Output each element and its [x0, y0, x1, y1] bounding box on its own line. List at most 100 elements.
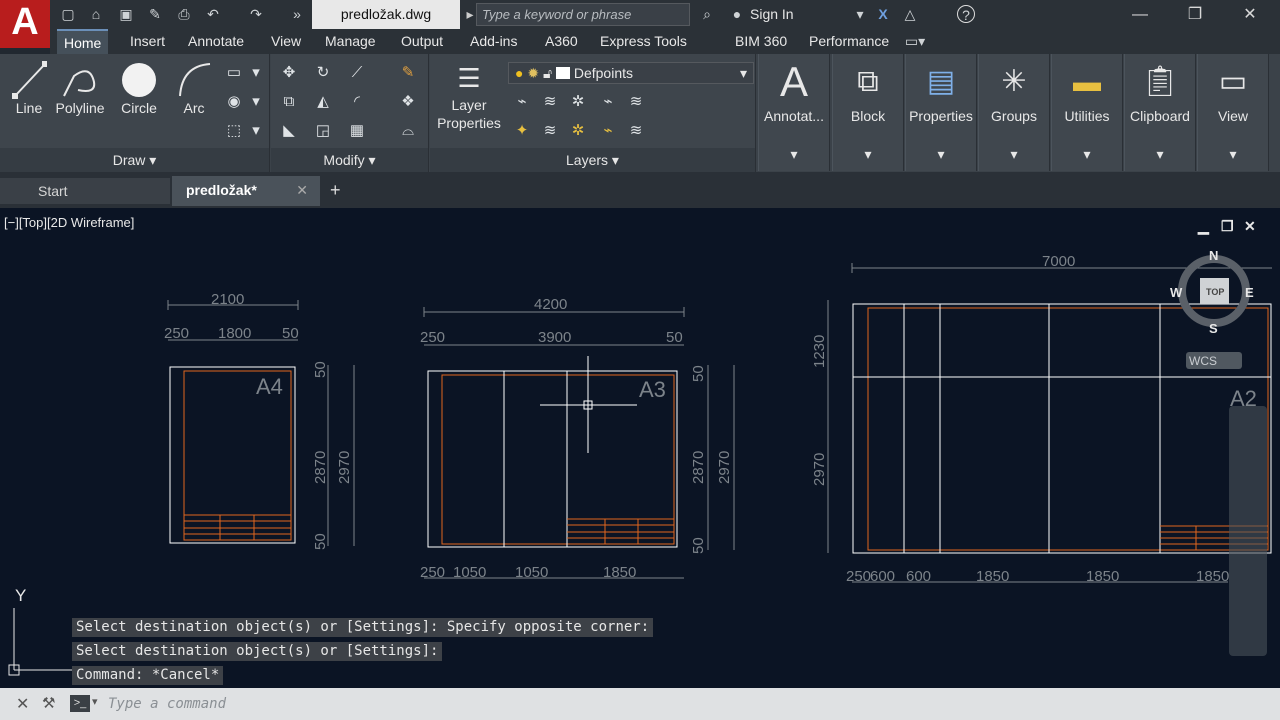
new-tab-button[interactable]: + [330, 180, 341, 201]
block-button[interactable]: ⧉ Block ▾ [832, 54, 904, 171]
tab-view[interactable]: View [264, 29, 308, 54]
explode-icon[interactable]: ❖ [398, 93, 418, 111]
svg-text:250: 250 [420, 564, 445, 581]
redo-icon[interactable]: ↷ [246, 5, 266, 23]
layer-tool-icon[interactable]: ✦ [512, 122, 532, 140]
a2-drawing-frame[interactable] [867, 307, 1269, 551]
tab-performance[interactable]: Performance [802, 29, 896, 54]
line-label: Line [15, 100, 43, 116]
restore-window-button[interactable]: ❐ [1175, 4, 1215, 26]
move-icon[interactable]: ✥ [279, 64, 299, 82]
erase-icon[interactable]: ✎ [398, 64, 418, 82]
tab-express-tools[interactable]: Express Tools [593, 29, 694, 54]
binoculars-icon[interactable]: ⌕ [697, 5, 717, 23]
dimension-ticks [167, 263, 853, 317]
draw-dropdown-icon[interactable]: ▾ [246, 64, 266, 82]
groups-button[interactable]: ✳ Groups ▾ [978, 54, 1050, 171]
tab-annotate[interactable]: Annotate [181, 29, 251, 54]
circle-tool[interactable]: Circle [116, 60, 162, 116]
more-quickaccess-icon[interactable]: » [287, 5, 307, 23]
polyline-tool[interactable]: Polyline [52, 60, 108, 116]
a360-icon[interactable]: △ [900, 5, 920, 23]
save-as-icon[interactable]: ✎ [145, 5, 165, 23]
layer-tool-icon[interactable]: ≋ [626, 122, 646, 140]
navigation-bar[interactable] [1229, 406, 1267, 656]
tab-start[interactable]: Start [0, 178, 170, 204]
a4-title-block[interactable] [184, 514, 291, 540]
app-menu-button[interactable]: A [0, 0, 50, 48]
draw-panel-title[interactable]: Draw ▾ [0, 148, 269, 172]
utilities-button[interactable]: ▬ Utilities ▾ [1051, 54, 1123, 171]
minimize-window-button[interactable]: — [1120, 4, 1160, 26]
arc-tool[interactable]: Arc [172, 60, 216, 116]
command-input[interactable]: Type a command [66, 692, 1276, 716]
layer-tool-icon[interactable]: ✲ [568, 122, 588, 140]
tab-addins[interactable]: Add-ins [463, 29, 524, 54]
rectangle-icon[interactable]: ▭ [224, 64, 244, 82]
tab-bim360[interactable]: BIM 360 [728, 29, 794, 54]
annotation-button[interactable]: A Annotat... ▾ [758, 54, 830, 171]
svg-text:2970: 2970 [716, 451, 733, 484]
draw-dropdown-icon[interactable]: ▾ [246, 93, 266, 111]
close-icon[interactable]: ✕ [16, 694, 29, 714]
svg-text:N: N [1209, 248, 1218, 263]
sign-in-button[interactable]: Sign In [750, 6, 794, 22]
tab-document[interactable]: predložak* ✕ [172, 176, 320, 206]
region-icon[interactable]: ⬚ [224, 122, 244, 140]
tab-insert[interactable]: Insert [123, 29, 172, 54]
current-layer-name: Defpoints [573, 65, 633, 81]
scale-icon[interactable]: ◲ [313, 122, 333, 140]
tab-a360[interactable]: A360 [538, 29, 585, 54]
hatch-icon[interactable]: ◉ [224, 93, 244, 111]
clipboard-button[interactable]: 📋︎ Clipboard ▾ [1124, 54, 1196, 171]
copy-icon[interactable]: ⧉ [279, 93, 299, 111]
search-input[interactable]: Type a keyword or phrase [476, 3, 690, 26]
offset-icon[interactable]: ⌓ [398, 122, 418, 140]
layer-dropdown[interactable]: ● ✹ 🔓︎ Defpoints ▾ [508, 62, 754, 84]
undo-icon[interactable]: ↶ [203, 5, 223, 23]
layer-tool-icon[interactable]: ⌁ [598, 93, 618, 111]
chevron-down-icon[interactable]: ▾ [850, 5, 870, 23]
properties-button[interactable]: ▤ Properties ▾ [905, 54, 977, 171]
layer-tool-icon[interactable]: ≋ [540, 93, 560, 111]
layer-tool-icon[interactable]: ≋ [540, 122, 560, 140]
save-icon[interactable]: ▣ [116, 5, 136, 23]
help-icon[interactable]: ? [957, 5, 975, 23]
ribbon-options-icon[interactable]: ▭▾ [900, 32, 930, 50]
plot-icon[interactable]: ⎙ [174, 5, 194, 23]
stretch-icon[interactable]: ◣ [279, 122, 299, 140]
view-label: View [1217, 108, 1249, 124]
polyline-label: Polyline [55, 100, 105, 116]
layer-tool-icon[interactable]: ⌁ [512, 93, 532, 111]
measure-icon: ▬ [1073, 66, 1101, 97]
layer-tool-icon[interactable]: ≋ [626, 93, 646, 111]
exchange-icon[interactable]: X [873, 5, 893, 23]
tab-home[interactable]: Home [57, 29, 109, 54]
close-icon[interactable]: ✕ [296, 176, 308, 204]
tab-output[interactable]: Output [394, 29, 450, 54]
rotate-icon[interactable]: ↻ [313, 64, 333, 82]
mirror-icon[interactable]: ◭ [313, 93, 333, 111]
view-button[interactable]: ▭ View ▾ [1197, 54, 1269, 171]
a2-sheet-border[interactable] [852, 303, 1272, 554]
layer-properties-button[interactable]: ☰ Layer Properties [434, 60, 504, 132]
customize-wrench-icon[interactable]: ⚒ [42, 694, 55, 712]
chevron-down-icon: ▾ [790, 146, 798, 162]
layer-tool-icon[interactable]: ✲ [568, 93, 588, 111]
draw-dropdown-icon[interactable]: ▾ [246, 122, 266, 140]
modify-panel-title[interactable]: Modify ▾ [271, 148, 428, 172]
tab-manage[interactable]: Manage [318, 29, 383, 54]
trim-icon[interactable]: ⟋ [347, 64, 367, 82]
layer-tool-icon[interactable]: ⌁ [598, 122, 618, 140]
chevron-down-icon[interactable]: ▾ [92, 695, 98, 708]
command-prompt-icon[interactable]: >_ [70, 695, 90, 712]
new-file-icon[interactable]: ▢ [58, 5, 78, 23]
line-tool[interactable]: Line [8, 60, 50, 116]
a3-title-block[interactable] [567, 518, 674, 544]
close-window-button[interactable]: ✕ [1230, 4, 1270, 26]
array-icon[interactable]: ▦ [347, 122, 367, 140]
fillet-icon[interactable]: ◜ [347, 93, 367, 111]
layers-panel-title[interactable]: Layers ▾ [430, 148, 755, 172]
command-history-line: Command: *Cancel* [72, 666, 224, 685]
open-file-icon[interactable]: ⌂ [86, 5, 106, 23]
